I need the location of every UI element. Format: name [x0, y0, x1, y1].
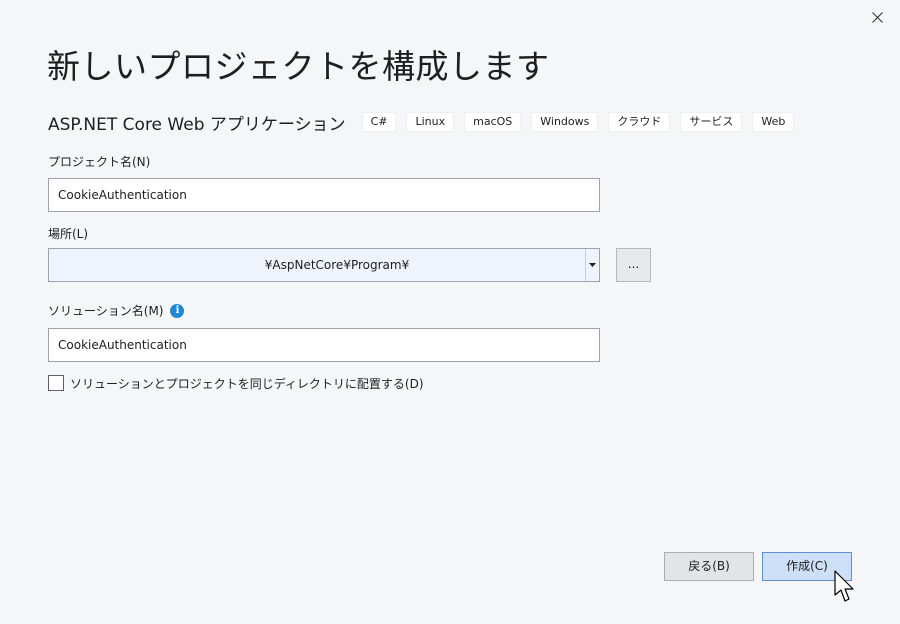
solution-name-label: ソリューション名(M): [48, 304, 164, 318]
template-name: ASP.NET Core Web アプリケーション: [48, 114, 346, 135]
tag-csharp: C#: [361, 112, 397, 132]
back-button[interactable]: 戻る(B): [664, 552, 754, 581]
solution-name-label-row: ソリューション名(M) i: [48, 302, 185, 319]
create-button[interactable]: 作成(C): [762, 552, 852, 581]
close-button[interactable]: [866, 6, 888, 28]
tag-macos: macOS: [464, 112, 522, 132]
dropdown-arrow-button[interactable]: [585, 249, 599, 281]
tag-service: サービス: [680, 112, 743, 132]
tag-windows: Windows: [531, 112, 599, 132]
location-value: ¥AspNetCore¥Program¥: [264, 258, 410, 272]
tag-cloud: クラウド: [608, 112, 671, 132]
configure-project-dialog: 新しいプロジェクトを構成します ASP.NET Core Web アプリケーショ…: [0, 0, 900, 624]
page-title: 新しいプロジェクトを構成します: [47, 47, 550, 86]
chevron-down-icon: [589, 263, 596, 267]
same-directory-option[interactable]: ソリューションとプロジェクトを同じディレクトリに配置する(D): [48, 374, 424, 392]
close-icon: [871, 11, 883, 23]
tag-linux: Linux: [406, 112, 455, 132]
solution-name-input[interactable]: CookieAuthentication: [48, 328, 600, 362]
template-info: ASP.NET Core Web アプリケーション C# Linux macOS…: [48, 110, 804, 135]
location-label: 場所(L): [48, 227, 89, 241]
same-directory-label[interactable]: ソリューションとプロジェクトを同じディレクトリに配置する(D): [70, 375, 424, 392]
location-combobox[interactable]: ¥AspNetCore¥Program¥: [48, 248, 600, 282]
tag-web: Web: [752, 112, 795, 132]
same-directory-checkbox[interactable]: [48, 375, 64, 391]
browse-button[interactable]: ...: [616, 248, 651, 282]
info-icon[interactable]: i: [170, 303, 185, 318]
project-name-input[interactable]: CookieAuthentication: [48, 178, 600, 212]
project-name-label: プロジェクト名(N): [48, 155, 151, 169]
